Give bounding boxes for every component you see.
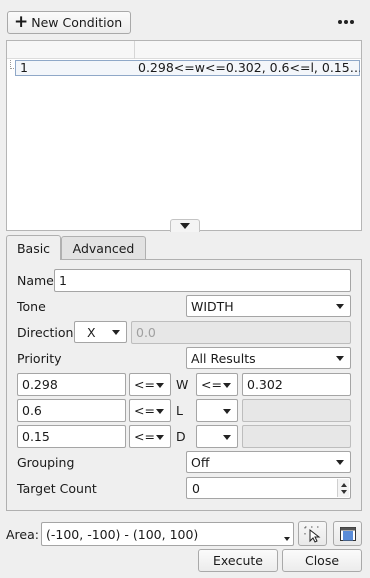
width-var-label: W <box>176 377 189 392</box>
close-button[interactable]: Close <box>282 549 362 572</box>
direction-input[interactable]: 0.0 <box>131 321 351 344</box>
tone-select[interactable]: WIDTH <box>186 295 351 317</box>
operator-value: <= <box>134 429 155 444</box>
conditions-list[interactable]: 1 0.298<=w<=0.302, 0.6<=l, 0.15… <box>6 40 362 232</box>
pointer-select-icon <box>304 526 320 543</box>
chevron-down-icon <box>156 434 164 440</box>
priority-value: All Results <box>191 350 256 366</box>
width-min-input[interactable]: 0.298 <box>17 373 126 396</box>
chevron-down-icon <box>336 356 344 361</box>
grouping-select[interactable]: Off <box>186 451 351 473</box>
direction-value: X <box>87 324 96 340</box>
chevron-down-icon <box>112 330 120 335</box>
direction-label: Direction <box>17 325 74 340</box>
width-max-operator[interactable]: <= <box>196 373 238 396</box>
column-divider <box>134 41 135 59</box>
tab-advanced-label: Advanced <box>72 241 135 256</box>
operator-value: <= <box>134 377 155 392</box>
chevron-down-icon <box>223 408 231 414</box>
chevron-down-icon <box>156 408 164 414</box>
chevron-down-icon <box>336 460 344 465</box>
chevron-down-icon <box>336 304 344 309</box>
priority-select[interactable]: All Results <box>186 347 351 369</box>
area-value: (-100, -100) - (100, 100) <box>46 526 199 542</box>
grouping-value: Off <box>191 454 210 470</box>
execute-label: Execute <box>213 553 263 568</box>
name-label: Name <box>17 273 54 288</box>
tab-basic[interactable]: Basic <box>6 235 61 260</box>
spinner-arrows-icon <box>341 483 347 494</box>
collapse-toggle[interactable] <box>170 219 200 232</box>
more-options-icon[interactable] <box>335 14 357 30</box>
plus-icon: + <box>14 12 29 32</box>
target-count-spinbox[interactable]: 0 <box>186 477 351 499</box>
length-min-operator[interactable]: <= <box>129 399 171 422</box>
operator-value: <= <box>134 403 155 418</box>
depth-var-label: D <box>176 429 186 444</box>
chevron-down-icon <box>180 223 190 229</box>
direction-select[interactable]: X <box>74 321 127 343</box>
chevron-down-icon <box>284 537 290 541</box>
list-header <box>7 41 361 59</box>
target-count-label: Target Count <box>17 481 97 496</box>
length-min-input[interactable]: 0.6 <box>17 399 126 422</box>
execute-button[interactable]: Execute <box>198 549 278 572</box>
chevron-down-icon <box>223 382 231 388</box>
chevron-down-icon <box>156 382 164 388</box>
grouping-label: Grouping <box>17 455 75 470</box>
tab-basic-label: Basic <box>16 240 51 256</box>
row-summary: 0.298<=w<=0.302, 0.6<=l, 0.15… <box>138 61 360 75</box>
tone-value: WIDTH <box>191 298 234 314</box>
close-label: Close <box>304 553 340 568</box>
area-label: Area: <box>6 527 39 542</box>
priority-label: Priority <box>17 351 62 366</box>
new-condition-label: New Condition <box>31 15 123 30</box>
length-max-operator[interactable] <box>196 399 238 422</box>
row-name: 1 <box>20 60 28 75</box>
tone-label: Tone <box>17 299 46 314</box>
depth-max-input[interactable] <box>242 425 351 448</box>
length-var-label: L <box>176 403 183 418</box>
depth-max-operator[interactable] <box>196 425 238 448</box>
depth-min-operator[interactable]: <= <box>129 425 171 448</box>
table-row[interactable]: 1 0.298<=w<=0.302, 0.6<=l, 0.15… <box>15 60 360 76</box>
area-combobox[interactable]: (-100, -100) - (100, 100) <box>41 522 294 546</box>
spinner-buttons[interactable] <box>337 479 349 497</box>
chevron-down-icon <box>223 434 231 440</box>
tab-advanced[interactable]: Advanced <box>61 236 146 260</box>
area-options-button[interactable] <box>333 521 362 546</box>
length-max-input[interactable] <box>242 399 351 422</box>
name-input[interactable]: 1 <box>54 269 351 292</box>
depth-min-input[interactable]: 0.15 <box>17 425 126 448</box>
operator-value: <= <box>201 377 222 392</box>
panel-layout-icon <box>339 526 356 541</box>
target-count-value: 0 <box>192 480 200 496</box>
pick-area-button[interactable] <box>298 521 327 546</box>
new-condition-button[interactable]: + New Condition <box>7 11 131 34</box>
width-min-operator[interactable]: <= <box>129 373 171 396</box>
width-max-input[interactable]: 0.302 <box>242 373 351 396</box>
